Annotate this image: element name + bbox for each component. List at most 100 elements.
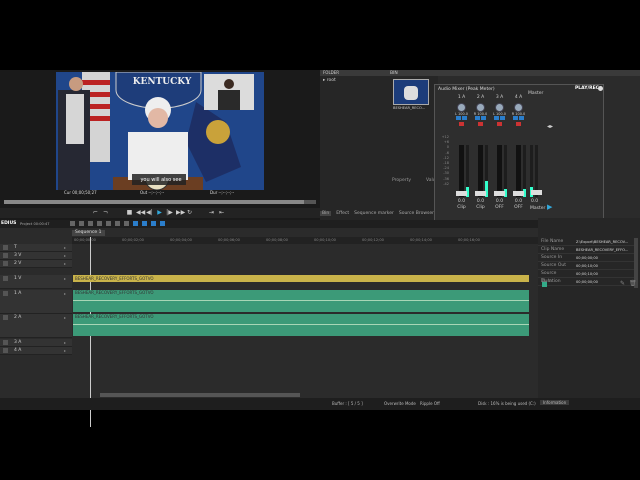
track-header[interactable]: 4 A ▸ <box>0 347 72 355</box>
solo-button[interactable] <box>518 116 524 120</box>
info-ok-icon[interactable] <box>542 282 547 287</box>
timeline-ruler[interactable]: 00;00;00;00 00;00;02;00 00;00;04;00 00;00;0… <box>72 237 538 244</box>
track-lock-icon[interactable] <box>3 315 8 320</box>
step-back-icon[interactable]: ◀| <box>146 209 153 216</box>
channel-fader[interactable] <box>494 191 505 196</box>
channel-fader[interactable] <box>513 191 524 196</box>
track-lock-icon[interactable] <box>3 348 8 353</box>
fast-forward-icon[interactable]: ▶▶ <box>176 209 185 216</box>
track-header[interactable]: 3 V ▸ <box>0 252 72 260</box>
overwrite-icon[interactable]: ⇤ <box>218 209 225 216</box>
rec-button[interactable] <box>496 122 502 126</box>
stop-icon[interactable]: ■ <box>126 209 133 216</box>
audio-clip-2a[interactable]: BESHEAR_RECOVERY_EFFORTS_GOTVO <box>73 314 529 336</box>
rec-button[interactable] <box>458 122 464 126</box>
root-folder[interactable]: ▸ root <box>323 78 336 83</box>
track-header[interactable]: T ▸ <box>0 244 72 252</box>
track-expand-icon[interactable]: ▸ <box>64 348 66 353</box>
track-header[interactable]: 2 A ▸ <box>0 314 72 338</box>
delete-icon[interactable] <box>142 221 147 226</box>
timeline-scrollbar[interactable] <box>100 393 300 397</box>
snap-icon[interactable] <box>160 221 165 226</box>
open-icon[interactable] <box>79 221 84 226</box>
mute-button[interactable] <box>455 116 461 120</box>
channel-mode[interactable]: Clip <box>453 205 470 210</box>
copy-icon[interactable] <box>124 221 129 226</box>
master-mode[interactable]: Master <box>530 206 545 211</box>
rec-button[interactable] <box>477 122 483 126</box>
pan-knob[interactable] <box>514 103 523 112</box>
master-fader[interactable] <box>531 190 542 195</box>
mixer-play-icon[interactable]: ▶ <box>547 203 552 211</box>
play-rec-toggle[interactable]: PLAY/REC <box>575 86 599 91</box>
step-forward-icon[interactable]: |▶ <box>166 209 173 216</box>
track-lock-icon[interactable] <box>3 340 8 345</box>
solo-button[interactable] <box>461 116 467 120</box>
rewind-icon[interactable]: ◀◀ <box>136 209 145 216</box>
track-header[interactable]: 1 V ▸ <box>0 275 72 289</box>
tab-source-browser[interactable]: Source Browser <box>399 211 434 216</box>
redo-icon[interactable] <box>106 221 111 226</box>
ruler-tick: 00;00;00;00 <box>74 238 96 242</box>
track-lock-icon[interactable] <box>3 291 8 296</box>
tab-sequence-marker[interactable]: Sequence marker <box>354 211 394 216</box>
mark-out-icon[interactable]: ¬ <box>102 209 109 216</box>
ripple-mode[interactable]: Ripple Off <box>420 401 440 406</box>
undo-icon[interactable] <box>97 221 102 226</box>
pan-knob[interactable] <box>457 103 466 112</box>
video-clip[interactable]: BESHEAR_RECOVERY_EFFORTS_GOTVO <box>73 275 529 282</box>
project-name: Project 00:00:47 <box>20 222 50 226</box>
track-expand-icon[interactable]: ▸ <box>64 261 66 266</box>
track-expand-icon[interactable]: ▸ <box>64 315 66 320</box>
track-expand-icon[interactable]: ▸ <box>64 245 66 250</box>
mute-button[interactable] <box>512 116 518 120</box>
tab-information[interactable]: Information <box>540 400 570 405</box>
track-header[interactable]: 1 A ▸ <box>0 290 72 314</box>
mark-in-icon[interactable]: ⌐ <box>92 209 99 216</box>
info-edit-icon[interactable]: ✎ <box>620 280 625 287</box>
pan-knob[interactable] <box>495 103 504 112</box>
track-expand-icon[interactable]: ▸ <box>64 340 66 345</box>
track-expand-icon[interactable]: ▸ <box>64 253 66 258</box>
audio-clip-1a[interactable]: BESHEAR_RECOVERY_EFFORTS_GOTVO <box>73 290 529 312</box>
mute-button[interactable] <box>493 116 499 120</box>
track-lock-icon[interactable] <box>3 253 8 258</box>
cut-icon[interactable] <box>115 221 120 226</box>
new-sequence-icon[interactable] <box>70 221 75 226</box>
channel-gain: 0.0 <box>495 199 504 204</box>
save-icon[interactable] <box>88 221 93 226</box>
track-lock-icon[interactable] <box>3 276 8 281</box>
channel-mode[interactable]: Clip <box>472 205 489 210</box>
channel-fader[interactable] <box>456 191 467 196</box>
right-header <box>438 70 640 76</box>
rec-button[interactable] <box>515 122 521 126</box>
player-scrub-bar[interactable] <box>4 200 316 204</box>
channel-mode[interactable]: OFF <box>491 205 508 210</box>
solo-button[interactable] <box>480 116 486 120</box>
channel-fader[interactable] <box>475 191 486 196</box>
ripple-icon[interactable] <box>151 221 156 226</box>
channel-mode[interactable]: OFF <box>510 205 527 210</box>
out-value: --;--;--;-- <box>148 190 165 195</box>
overwrite-mode[interactable]: Overwrite Mode <box>384 401 416 406</box>
tab-effect[interactable]: Effect <box>336 211 349 216</box>
track-lock-icon[interactable] <box>3 261 8 266</box>
track-header[interactable]: 2 V ▸ <box>0 260 72 268</box>
paste-icon[interactable] <box>133 221 138 226</box>
master-link-icon[interactable]: ◂▸ <box>547 123 553 130</box>
track-header[interactable]: 3 A ▸ <box>0 339 72 347</box>
clip-thumbnail[interactable] <box>393 79 429 105</box>
track-lock-icon[interactable] <box>3 245 8 250</box>
info-delete-icon[interactable]: 🗑 <box>629 280 637 287</box>
tab-bin[interactable]: Bin <box>320 211 332 216</box>
track-expand-icon[interactable]: ▸ <box>64 276 66 281</box>
solo-button[interactable] <box>499 116 505 120</box>
pan-knob[interactable] <box>476 103 485 112</box>
loop-icon[interactable]: ↻ <box>186 209 193 216</box>
insert-icon[interactable]: ⇥ <box>208 209 215 216</box>
play-icon[interactable]: ▶ <box>156 209 163 216</box>
track-expand-icon[interactable]: ▸ <box>64 291 66 296</box>
mixer-close-icon[interactable] <box>598 86 603 91</box>
mute-button[interactable] <box>474 116 480 120</box>
tab-sequence-1[interactable]: Sequence 1 <box>72 230 105 236</box>
